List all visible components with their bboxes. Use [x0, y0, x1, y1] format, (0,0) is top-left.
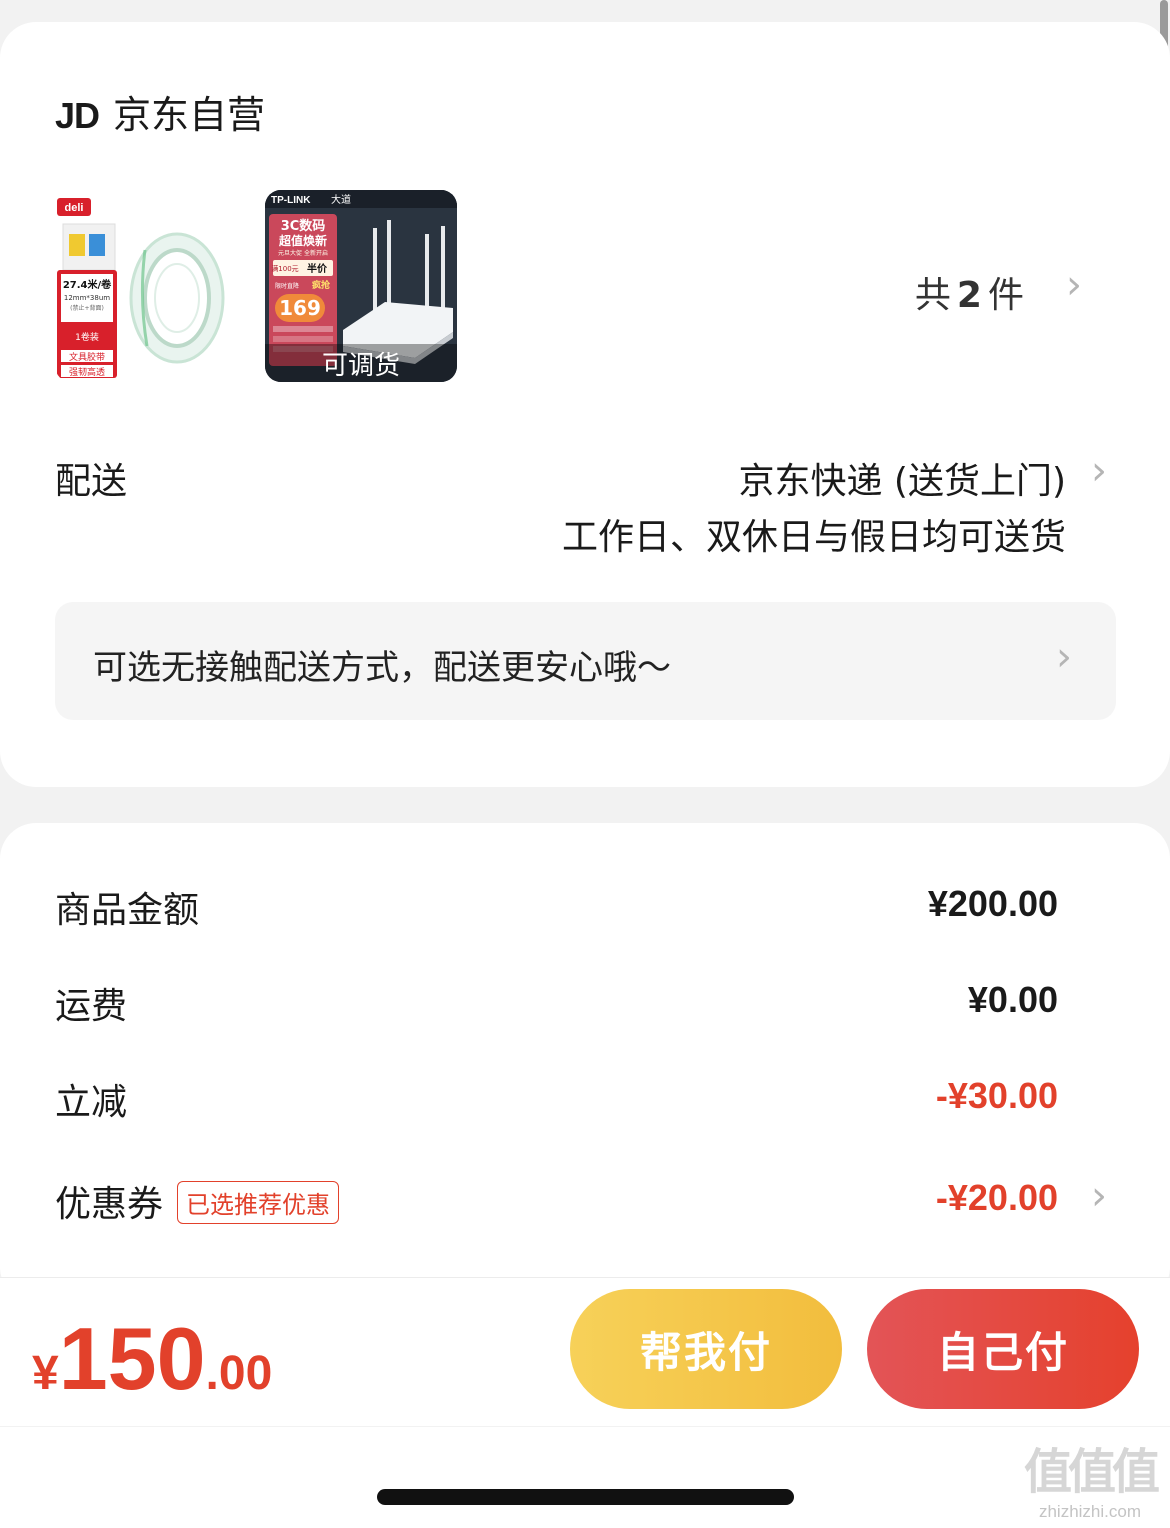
chevron-right-icon[interactable]: › — [1066, 262, 1082, 308]
delivery-method[interactable]: 京东快递 (送货上门) — [738, 452, 1066, 504]
delivery-label: 配送 — [55, 461, 128, 502]
router-brand2: 大道 — [331, 193, 351, 206]
instant-discount-label: 立减 — [55, 1082, 128, 1123]
shipping-fee-value: ¥0.00 — [967, 979, 1058, 1020]
shop-name: 京东自营 — [113, 93, 266, 137]
router-product-image: TP-LINK 大道 3C数码 超值焕新 元旦大促 全新开启 满100元 半价 … — [265, 190, 457, 382]
contactless-delivery-notice[interactable]: 可选无接触配送方式，配送更安心哦～ › — [55, 602, 1116, 720]
shop-title: JD 京东自营 — [55, 84, 265, 139]
router-promo-small: 元旦大促 全新开启 — [278, 249, 328, 257]
total-decimal: .00 — [205, 1347, 273, 1400]
pay-myself-button[interactable]: 自己付 — [867, 1289, 1139, 1409]
watermark: 值值值 zhizhizhi.com — [1023, 1432, 1160, 1522]
instant-discount-value: -¥30.00 — [935, 1075, 1058, 1116]
total-currency: ¥ — [32, 1347, 59, 1400]
shipping-fee-label: 运费 — [55, 986, 128, 1027]
watermark-url: zhizhizhi.com — [1038, 1502, 1142, 1521]
chevron-right-icon[interactable]: › — [1091, 448, 1107, 494]
coupon-label: 优惠券 — [55, 1184, 164, 1225]
delivery-schedule: 工作日、双休日与假日均可送货 — [561, 517, 1066, 558]
tape-spec: 27.4米/卷 — [63, 278, 112, 291]
total-price: ¥150.00 — [32, 1308, 272, 1410]
product-thumb-router[interactable]: TP-LINK 大道 3C数码 超值焕新 元旦大促 全新开启 满100元 半价 … — [265, 190, 457, 382]
product-thumb-tape[interactable]: deli 27.4米/卷 12mm*38um (禁止+背面) 1卷装 文具胶带 … — [55, 190, 247, 382]
order-shop-card: JD 京东自营 deli 27.4米/卷 12mm*38um (禁止+背面) 1… — [0, 22, 1170, 787]
item-count-prefix: 共 — [914, 275, 951, 316]
chevron-right-icon[interactable]: › — [1091, 1173, 1107, 1219]
coupon-value[interactable]: -¥20.00 — [936, 1177, 1058, 1219]
tape-feature: 强韧高透 — [69, 366, 105, 378]
goods-amount-label: 商品金额 — [55, 890, 200, 931]
router-price: 169 — [279, 296, 321, 320]
router-brand: TP-LINK — [271, 195, 311, 206]
router-deal1: 半价 — [307, 262, 328, 275]
tape-pack: 1卷装 — [75, 331, 99, 343]
notice-text: 可选无接触配送方式，配送更安心哦～ — [93, 648, 671, 688]
tape-sub: (禁止+背面) — [70, 304, 104, 312]
price-summary-card: 商品金额 ¥200.00 运费 ¥0.00 立减 -¥30.00 优惠券 已选推荐… — [0, 823, 1170, 1303]
jd-logo-icon: JD — [55, 95, 100, 136]
router-promo-title: 3C数码 — [281, 218, 326, 234]
total-integer: 150 — [58, 1309, 206, 1408]
chevron-right-icon[interactable]: › — [1056, 634, 1072, 680]
coupon-label-row[interactable]: 优惠券 已选推荐优惠 — [55, 1175, 340, 1228]
watermark-glyphs: 值值值 — [1023, 1444, 1160, 1500]
tape-brand: deli — [65, 202, 84, 214]
item-count-suffix: 件 — [987, 275, 1024, 316]
router-promo-sub: 超值焕新 — [278, 233, 327, 248]
help-me-pay-button[interactable]: 帮我付 — [570, 1289, 842, 1409]
item-count-number: 2 — [956, 275, 982, 316]
router-deal2-b: 疯抢 — [312, 279, 331, 291]
item-count[interactable]: 共2件 — [915, 266, 1024, 318]
home-indicator[interactable] — [377, 1489, 794, 1505]
bottom-action-bar: ¥150.00 帮我付 自己付 — [0, 1277, 1170, 1426]
router-deal2: 限时直降 — [275, 282, 299, 290]
tape-product-image: deli 27.4米/卷 12mm*38um (禁止+背面) 1卷装 文具胶带 … — [55, 190, 247, 382]
goods-amount-value: ¥200.00 — [927, 883, 1058, 924]
tape-size: 12mm*38um — [64, 294, 110, 302]
router-overlay-label: 可调货 — [322, 351, 400, 381]
tape-type: 文具胶带 — [69, 351, 105, 363]
home-indicator-area: 值值值 zhizhizhi.com — [0, 1427, 1170, 1528]
coupon-tag: 已选推荐优惠 — [177, 1180, 340, 1224]
router-deal1-price: 满100元 — [271, 264, 298, 273]
